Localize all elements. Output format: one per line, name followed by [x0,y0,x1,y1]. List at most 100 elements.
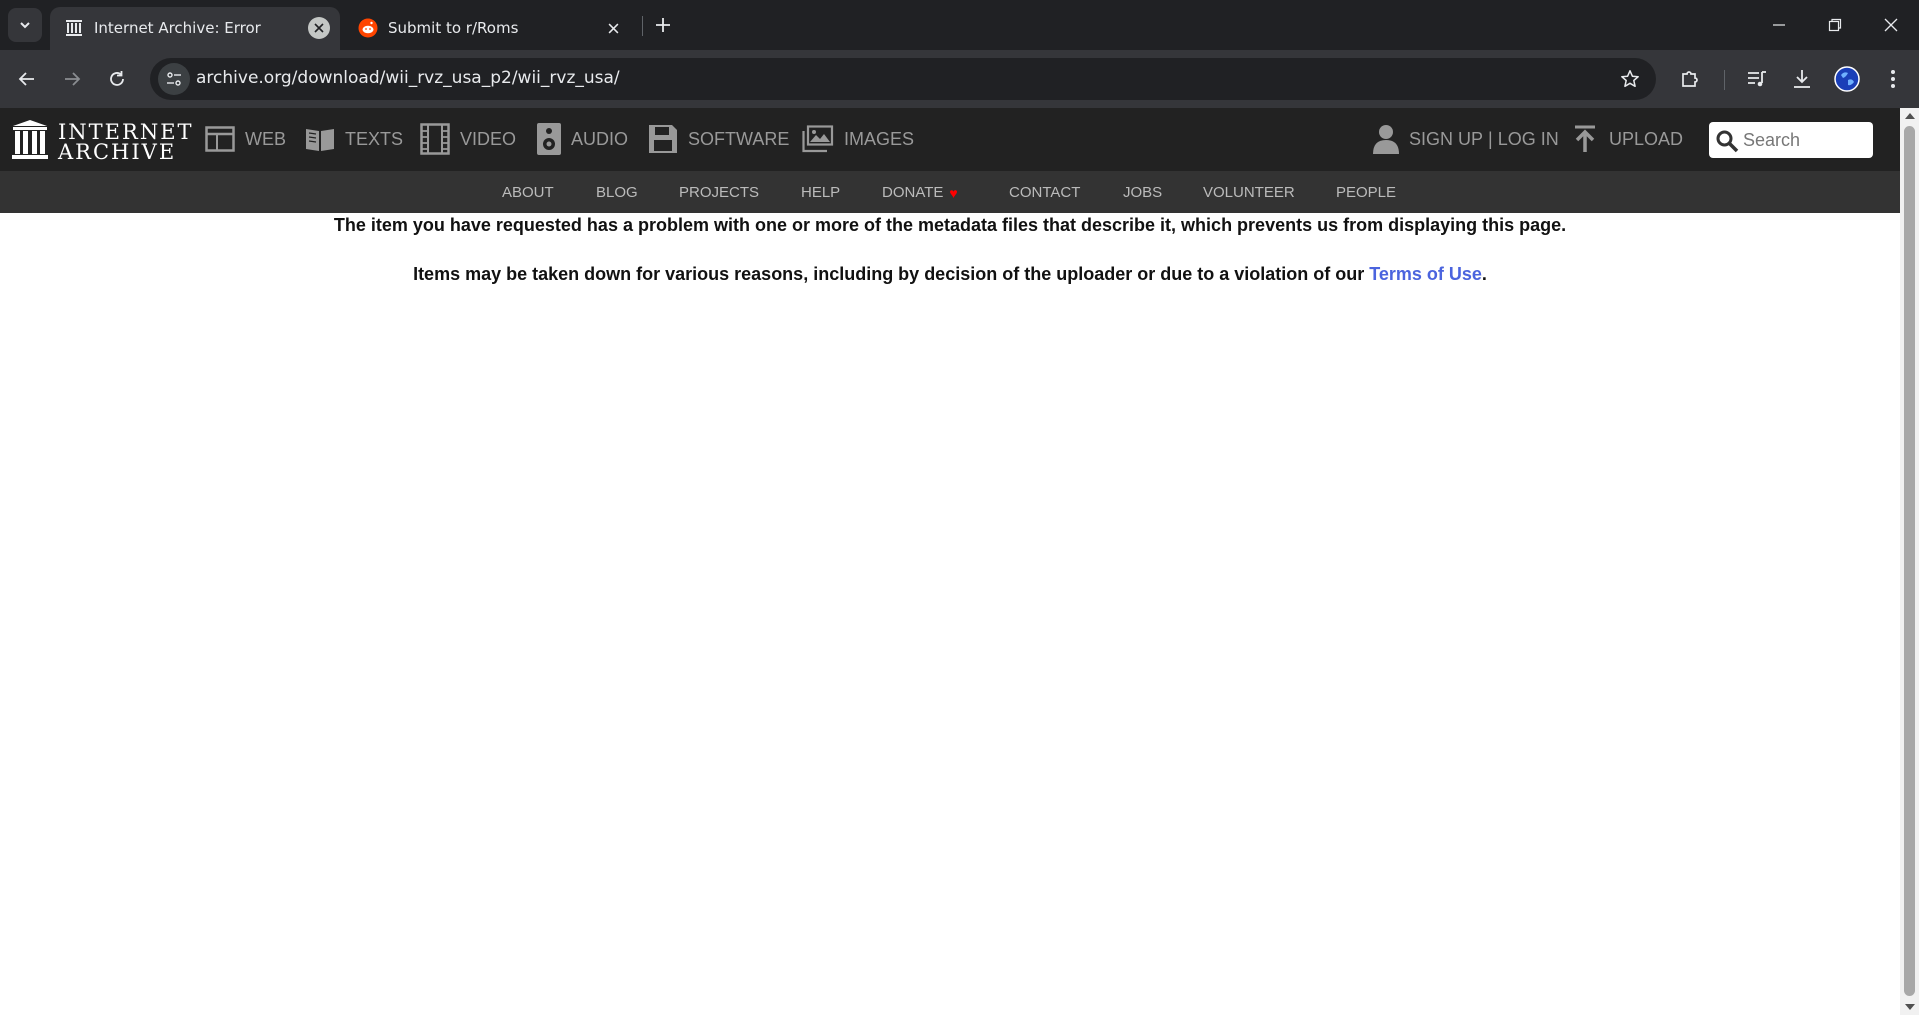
upload-label: UPLOAD [1609,128,1684,149]
profile-avatar[interactable] [1833,65,1861,93]
error-content: The item you have requested has a proble… [0,213,1900,1015]
account-links: SIGN UP | LOG IN [1373,122,1559,156]
video-icon [420,123,450,155]
search-icon [1716,130,1739,153]
tab-title: Submit to r/Roms [388,19,519,37]
terms-of-use-link[interactable]: Terms of Use [1369,264,1482,284]
close-tab-button[interactable] [602,17,624,39]
back-button[interactable] [10,62,44,96]
restore-button[interactable] [1807,0,1863,50]
minimize-icon [1773,24,1785,26]
login-link[interactable]: LOG IN [1498,129,1559,150]
arrow-right-icon [65,72,81,86]
ia-search-box[interactable] [1709,122,1873,158]
ia-top-nav: INTERNET ARCHIVE WEB TEXTS VIDEO AUDIO S… [0,108,1900,171]
upload-link[interactable]: UPLOAD [1573,122,1683,156]
restore-icon [1828,18,1842,32]
subnav-about[interactable]: ABOUT [502,184,554,201]
address-bar[interactable]: archive.org/download/wii_rvz_usa_p2/wii_… [150,58,1656,100]
search-input[interactable] [1743,128,1867,152]
url-text[interactable]: archive.org/download/wii_rvz_usa_p2/wii_… [196,68,620,88]
forward-button[interactable] [55,62,89,96]
nav-web-label: WEB [245,128,287,149]
scroll-up-arrow[interactable] [1905,113,1915,119]
heart-icon: ♥ [949,184,958,201]
images-icon [802,125,834,153]
web-icon [205,126,235,152]
subnav-projects[interactable]: PROJECTS [679,184,759,201]
takedown-text: Items may be taken down for various reas… [413,264,1370,284]
ia-logo-link[interactable]: INTERNET ARCHIVE [12,118,192,163]
tab-reddit[interactable]: Submit to r/Roms [344,7,634,50]
arrow-left-icon [18,72,34,86]
more-vertical-icon [1891,70,1895,88]
nav-software[interactable]: SOFTWARE [648,122,789,156]
close-tab-button[interactable] [308,17,330,39]
scroll-down-arrow[interactable] [1905,1004,1915,1010]
downloads-button[interactable] [1788,65,1816,93]
subnav-contact[interactable]: CONTACT [1009,184,1080,201]
subnav-help[interactable]: HELP [801,184,840,201]
user-icon [1373,125,1399,154]
nav-images[interactable]: IMAGES [802,122,914,156]
nav-software-label: SOFTWARE [688,128,790,149]
archive-building-icon [12,120,48,159]
nav-texts-label: TEXTS [345,128,404,149]
internet-archive-icon [64,18,84,38]
takedown-period: . [1481,264,1487,284]
tab-search-button[interactable] [8,8,42,42]
subnav-people[interactable]: PEOPLE [1336,184,1396,201]
audio-icon [537,123,561,155]
plus-icon [656,18,670,32]
close-icon [314,23,324,33]
account-separator: | [1488,128,1493,149]
queue-music-icon [1748,71,1766,87]
close-icon [1884,18,1898,32]
tab-internet-archive[interactable]: Internet Archive: Error [50,7,340,50]
nav-video[interactable]: VIDEO [420,122,516,156]
new-tab-button[interactable] [650,10,676,40]
reddit-icon [358,18,378,38]
toolbar-divider [1724,70,1725,90]
subnav-donate-label: DONATE [882,184,944,201]
nav-texts[interactable]: TEXTS [305,122,403,156]
software-icon [649,125,677,153]
reload-button[interactable] [100,62,134,96]
signup-link[interactable]: SIGN UP [1409,129,1483,150]
texts-icon [306,129,334,151]
close-window-button[interactable] [1863,0,1919,50]
bookmark-button[interactable] [1618,67,1642,91]
scroll-thumb[interactable] [1904,126,1915,996]
upload-icon [1575,125,1595,152]
tab-strip: Internet Archive: Error Submit to r/Roms [0,0,1919,50]
nav-audio[interactable]: AUDIO [537,122,628,156]
nav-video-label: VIDEO [460,128,517,149]
chevron-down-icon [20,22,30,29]
browser-toolbar: archive.org/download/wii_rvz_usa_p2/wii_… [0,50,1919,108]
nav-web[interactable]: WEB [205,122,286,156]
ia-logo-line1: INTERNET [58,120,194,144]
tab-title: Internet Archive: Error [94,19,261,37]
chrome-menu-button[interactable] [1879,65,1907,93]
puzzle-icon [1682,71,1698,87]
globe-avatar-icon [1834,66,1860,92]
extensions-button[interactable] [1676,65,1704,93]
ia-sub-nav: ABOUT BLOG PROJECTS HELP DONATE ♥ CONTACT… [0,171,1900,213]
download-icon [1794,70,1810,88]
subnav-donate[interactable]: DONATE ♥ [882,184,958,201]
subnav-volunteer[interactable]: VOLUNTEER [1203,184,1295,201]
nav-images-label: IMAGES [844,128,915,149]
minimize-button[interactable] [1751,0,1807,50]
page-scrollbar[interactable] [1900,108,1919,1015]
tab-divider [642,16,643,36]
site-info-button[interactable] [158,63,190,95]
close-icon [608,23,618,33]
subnav-blog[interactable]: BLOG [596,184,638,201]
media-controls-button[interactable] [1743,65,1771,93]
reload-icon [110,71,124,86]
ia-logo-text: INTERNET ARCHIVE [58,120,194,164]
takedown-message: Items may be taken down for various reas… [0,264,1900,285]
subnav-jobs[interactable]: JOBS [1123,184,1162,201]
tune-icon [167,72,181,86]
ia-logo-line2: ARCHIVE [58,140,177,164]
